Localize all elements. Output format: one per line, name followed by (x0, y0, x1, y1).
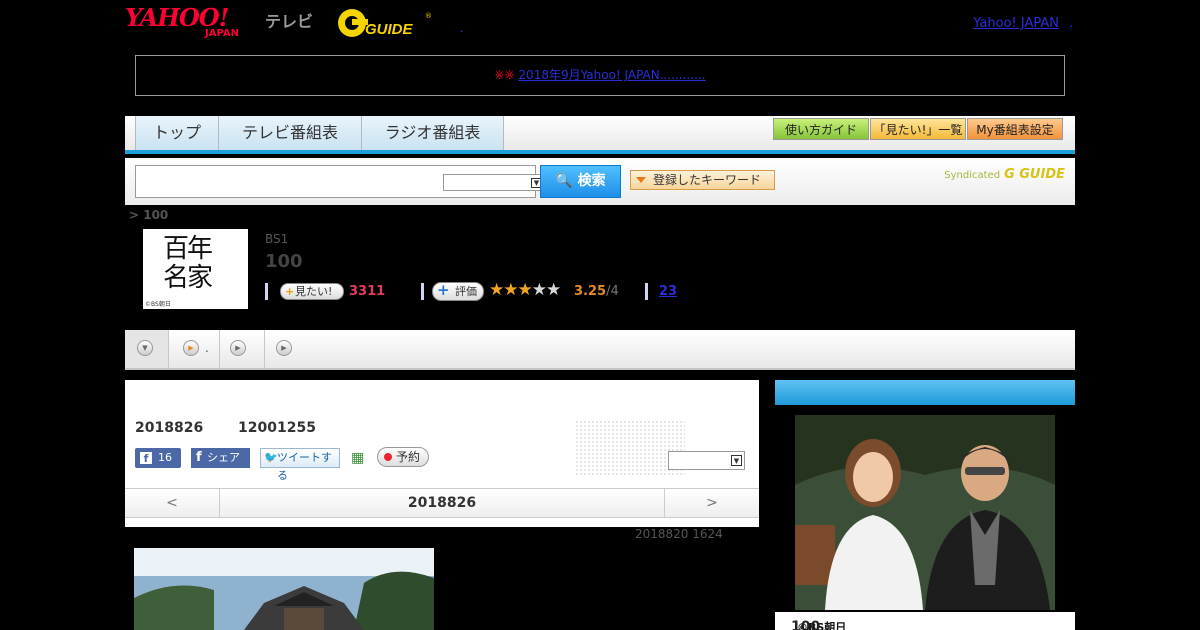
tweet-button[interactable]: 🐦 ツイートする (260, 448, 340, 482)
mitai-label: 見たい! (295, 285, 333, 298)
header-separator: . (460, 24, 464, 35)
svg-text:®: ® (425, 12, 432, 20)
rating-value: 3.25/4 (574, 284, 619, 299)
program-title: 100 (265, 251, 303, 272)
rating-stars: ★★★★★ (489, 280, 561, 300)
side-panel: ©BS朝日 100 (775, 380, 1075, 630)
star-icon: ★ (546, 280, 561, 300)
temple-photo (134, 548, 434, 630)
search-category-select[interactable]: ▼ (443, 174, 545, 191)
mitai-count: 3311 (349, 284, 386, 299)
registered-keywords-button[interactable]: 登録したキーワード (630, 170, 775, 190)
record-icon (384, 453, 392, 461)
program-thumbnail: 百年 名家 ©BS朝日 (143, 229, 248, 309)
review-count-link[interactable]: 23 (659, 284, 677, 299)
current-day-label: 2018826 (407, 495, 477, 511)
previous-day-button[interactable]: < (125, 489, 220, 517)
plus-icon: + (437, 281, 450, 299)
facebook-share-button[interactable]: f シェア (191, 448, 250, 468)
syndicated-label: Syndicated (944, 170, 1001, 181)
facebook-like-button[interactable]: f 16 (135, 448, 181, 468)
toolbar-dropdown[interactable]: ▼ (125, 330, 169, 368)
guide-button[interactable]: 使い方ガイド (773, 118, 869, 140)
tab-tv-listings[interactable]: テレビ番組表 (219, 116, 362, 150)
gguide-logo[interactable]: GUIDE ® (335, 6, 435, 40)
breadcrumb: > 100 (129, 208, 169, 222)
toolbar-item-text: . (205, 341, 209, 355)
svg-text:GUIDE: GUIDE (365, 21, 414, 38)
search-button-label: 検索 (577, 173, 606, 189)
play-icon: ▶ (183, 340, 199, 356)
search-icon: 🔍 (555, 173, 573, 189)
toolbar-play-item-1[interactable]: ▶ . (169, 330, 220, 368)
tab-radio-listings[interactable]: ラジオ番組表 (362, 116, 504, 150)
broadcast-time: 12001255 (238, 420, 316, 436)
broadcast-select[interactable]: ▼ (668, 451, 745, 470)
divider (265, 283, 268, 300)
search-input[interactable]: ▼ (135, 165, 545, 198)
tv-logo[interactable]: テレビ (265, 8, 313, 32)
main-nav: トップ テレビ番組表 ラジオ番組表 使い方ガイド 「見たい!」一覧 My番組表設… (125, 116, 1075, 154)
add-calendar-icon[interactable]: ▦ (351, 450, 364, 466)
play-icon: ▶ (276, 340, 292, 356)
program-channel: BS1 (265, 232, 289, 246)
day-navigation: < 2018826 > (125, 488, 759, 518)
tweet-label: ツイートする (277, 451, 332, 482)
triangle-down-icon (636, 177, 646, 183)
notice-mark: ※※ (494, 68, 515, 82)
twitter-icon: 🐦 (264, 451, 278, 464)
gguide-small-label: G GUIDE (1004, 167, 1065, 182)
divider (645, 283, 648, 300)
play-icon: ▶ (230, 340, 246, 356)
broadcast-info: 2018826 12001255 f 16 f シェア 🐦 ツイートする ▦ 予約 ▼… (125, 380, 759, 527)
yahoo-japan-link[interactable]: Yahoo! JAPAN (973, 16, 1059, 31)
notice-banner: ※※ 2018年9月Yahoo! JAPAN............ (135, 55, 1065, 96)
search-button[interactable]: 🔍 検索 (540, 165, 621, 198)
star-icon: ★ (517, 280, 533, 300)
broadcast-date: 2018826 (135, 420, 204, 436)
program-thumbnail-text: 百年 名家 (163, 234, 213, 293)
rating-max: /4 (606, 284, 619, 299)
toolbar-play-item-2[interactable]: ▶ (220, 330, 265, 368)
facebook-icon: f (140, 452, 152, 465)
reserve-label: 予約 (396, 450, 421, 464)
registered-keywords-label: 登録したキーワード (653, 173, 762, 187)
reserve-button[interactable]: 予約 (377, 447, 429, 467)
syndicated-gguide-logo: Syndicated G GUIDE (944, 167, 1065, 182)
plus-icon: + (285, 285, 295, 298)
side-program-title: 100 (791, 619, 821, 630)
search-bar: ▼ 🔍 検索 登録したキーワード Syndicated G GUIDE (125, 158, 1075, 205)
my-listings-settings-button[interactable]: My番組表設定 (967, 118, 1063, 140)
rate-button[interactable]: + 評価 (432, 282, 484, 301)
chevron-down-icon: ▼ (731, 455, 742, 466)
yahoo-japan-logo[interactable]: YAHOO! JAPAN (125, 6, 262, 42)
side-panel-header (775, 380, 1075, 405)
tab-top[interactable]: トップ (135, 116, 219, 150)
chevron-down-icon: ▼ (137, 340, 153, 356)
rating-score: 3.25 (574, 284, 607, 299)
program-photo (134, 548, 434, 630)
header-trailing: . (1068, 16, 1073, 31)
mitai-button[interactable]: + 見たい! (280, 283, 344, 300)
star-icon: ★ (531, 280, 547, 300)
notice-link[interactable]: 2018年9月Yahoo! JAPAN............ (518, 68, 705, 82)
star-icon: ★ (489, 280, 504, 300)
hosts-photo-image (795, 415, 1055, 610)
side-photo-frame: ©BS朝日 (775, 405, 1075, 630)
next-day-button[interactable]: > (664, 489, 759, 517)
program-thumbnail-copyright: ©BS朝日 (145, 301, 171, 308)
header: YAHOO! JAPAN テレビ GUIDE ® . Yahoo! JAPAN … (125, 0, 1075, 48)
star-icon: ★ (503, 280, 518, 300)
updated-timestamp: 2018820 1624 (635, 527, 723, 541)
mitai-list-button[interactable]: 「見たい!」一覧 (870, 118, 966, 140)
hosts-photo (795, 415, 1055, 610)
divider (421, 283, 424, 300)
toolbar-play-item-3[interactable]: ▶ (265, 330, 305, 368)
facebook-icon: f (196, 450, 202, 465)
facebook-like-count: 16 (158, 451, 172, 464)
facebook-share-label: シェア (207, 451, 240, 464)
rate-label: 評価 (455, 285, 477, 298)
program-toolbar: ▼ ▶ . ▶ ▶ (125, 330, 1075, 370)
